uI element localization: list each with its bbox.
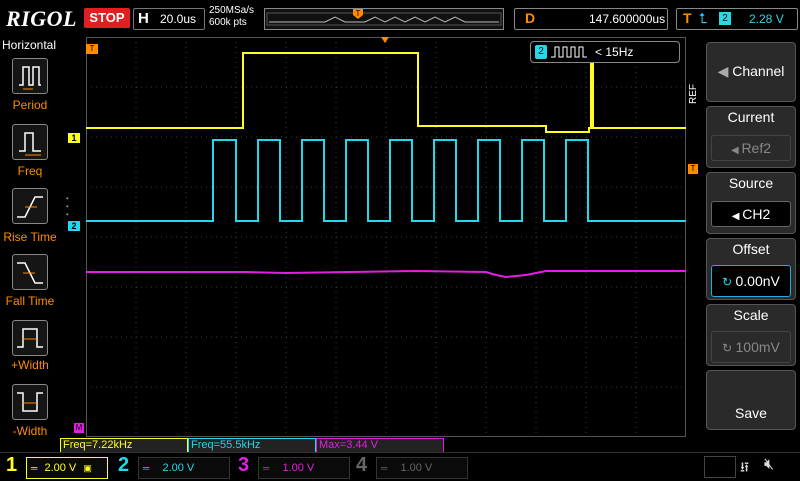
trigger-level: 2.28 V <box>749 12 784 26</box>
ch1-offset-marker[interactable]: 1 <box>68 133 80 143</box>
ch3-scale-box[interactable]: ═ 1.00 V <box>258 457 350 479</box>
trigger-label: T <box>683 10 692 26</box>
memory-waveform-preview: T <box>266 9 502 26</box>
menu-current-value: ◀ Ref2 <box>711 135 791 161</box>
left-arrow-icon: ◀ <box>717 63 733 79</box>
trigger-level-marker[interactable]: T <box>688 164 698 174</box>
menu-offset-title: Offset <box>732 241 770 257</box>
period-icon <box>19 66 41 90</box>
menu-source-value: ◀ CH2 <box>711 201 791 227</box>
trigger-time-marker-icon <box>381 37 389 43</box>
trigger-channel: 2 <box>719 12 731 25</box>
measurement-ch1-freq: Freq=7.22kHz <box>60 438 188 453</box>
rise-time-icon <box>17 196 43 218</box>
ch4-scale-box[interactable]: ═ 1.00 V <box>376 457 468 479</box>
trigger-box[interactable]: T ⮤ 2 2.28 V <box>676 8 798 30</box>
menu-offset[interactable]: Offset ↻ 0.00nV <box>706 238 796 300</box>
sound-muted-icon: 🔇︎ <box>764 456 775 473</box>
measurement-ch3-max: Max=3.44 V <box>316 438 444 453</box>
usb-icon: ⭿ <box>740 459 750 475</box>
period-label: Period <box>12 98 48 112</box>
ref-frequency-popup: 2 < 15Hz <box>530 41 680 63</box>
rise-time-button[interactable] <box>12 188 48 224</box>
menu-scale[interactable]: Scale ↻ 100mV <box>706 304 796 366</box>
ch3-number[interactable]: 3 <box>238 454 249 477</box>
delay-box[interactable]: D 147.600000us <box>514 8 668 30</box>
fall-time-button[interactable] <box>12 254 48 290</box>
menu-channel-label: ◀ Channel <box>717 63 785 79</box>
menu-offset-value: ↻ 0.00nV <box>711 265 791 297</box>
horizontal-measure-panel: Horizontal Period Freq Rise Time Fall Ti… <box>0 38 60 450</box>
memory-depth: 600k pts <box>209 17 247 28</box>
menu-save-label: Save <box>735 405 767 421</box>
panel-title: Horizontal <box>2 38 57 52</box>
rotate-knob-icon: ↻ <box>722 275 736 289</box>
ch4-scale: 1.00 V <box>400 462 433 474</box>
menu-scale-value: ↻ 100mV <box>711 331 791 363</box>
left-arrow-icon: ◀ <box>731 211 743 222</box>
measurement-ch2-freq: Freq=55.5kHz <box>188 438 316 453</box>
rotate-knob-icon: ↻ <box>722 341 736 355</box>
sample-rate: 250MSa/s <box>209 5 255 16</box>
ch4-number[interactable]: 4 <box>356 454 367 477</box>
ch3-trace <box>86 269 686 279</box>
bandwidth-limit-icon: ▣ <box>83 463 92 473</box>
ch3-scale: 1.00 V <box>282 462 315 474</box>
ch2-number[interactable]: 2 <box>118 454 129 477</box>
sample-rate-info: 250MSa/s 600k pts <box>209 5 254 29</box>
delay-label: D <box>525 10 536 26</box>
graticule <box>86 37 686 437</box>
trigger-marker-left: T <box>86 44 98 54</box>
negative-width-button[interactable] <box>12 384 48 420</box>
top-status-bar: RIGOL STOP H 20.0us 250MSa/s 600k pts T … <box>0 0 800 36</box>
dc-coupling-icon: ═ <box>263 463 270 473</box>
timebase-value: 20.0us <box>160 12 197 26</box>
menu-source[interactable]: Source ◀ CH2 <box>706 172 796 234</box>
dc-coupling-icon: ═ <box>143 463 150 473</box>
ch2-scale: 2.00 V <box>162 462 195 474</box>
menu-current[interactable]: Current ◀ Ref2 <box>706 106 796 168</box>
timebase-box[interactable]: H 20.0us <box>133 8 205 30</box>
square-wave-icon <box>551 46 587 58</box>
frequency-icon <box>19 132 41 156</box>
delay-value: 147.600000us <box>589 12 666 26</box>
ch1-scale: 2.00 V <box>44 462 77 474</box>
positive-width-icon <box>17 328 43 348</box>
blank-status-box <box>704 456 736 478</box>
positive-width-button[interactable] <box>12 320 48 356</box>
rise-time-label: Rise Time <box>3 230 57 244</box>
ref-menu-tab: REF <box>688 84 699 104</box>
waveform-display[interactable] <box>86 37 686 437</box>
period-button[interactable] <box>12 58 48 94</box>
memory-overview-strip[interactable]: T <box>264 8 504 30</box>
dc-coupling-icon: ═ <box>31 463 38 473</box>
left-arrow-icon: ◀ <box>730 145 742 156</box>
math-marker[interactable]: M <box>74 423 84 433</box>
run-stop-status[interactable]: STOP <box>84 8 130 28</box>
freq-button[interactable] <box>12 124 48 160</box>
ch1-number[interactable]: 1 <box>6 454 17 477</box>
menu-save[interactable]: Save <box>706 370 796 430</box>
ch2-scale-box[interactable]: ═ 2.00 V <box>138 457 230 479</box>
negative-width-icon <box>17 392 43 412</box>
fall-time-label: Fall Time <box>5 294 55 308</box>
rising-edge-icon: ⮤ <box>699 10 708 26</box>
negative-width-label: -Width <box>12 424 48 438</box>
freq-label: Freq <box>17 164 43 178</box>
trigger-position-label: T <box>356 9 361 18</box>
menu-scale-title: Scale <box>733 307 769 323</box>
ref-frequency-text: < 15Hz <box>595 45 634 59</box>
menu-source-title: Source <box>728 175 774 191</box>
positive-width-label: +Width <box>11 358 49 372</box>
waveform-canvas <box>86 37 686 437</box>
menu-current-title: Current <box>727 109 775 125</box>
ch1-scale-box[interactable]: ═ 2.00 V ▣ <box>26 457 108 479</box>
ch2-offset-marker[interactable]: 2 <box>68 221 80 231</box>
rigol-logo: RIGOL <box>6 6 77 31</box>
horizontal-label: H <box>138 10 149 27</box>
ref-channel-badge: 2 <box>535 45 547 59</box>
menu-channel[interactable]: ◀ Channel <box>706 42 796 102</box>
dc-coupling-icon: ═ <box>381 463 388 473</box>
fall-time-icon <box>17 262 43 284</box>
